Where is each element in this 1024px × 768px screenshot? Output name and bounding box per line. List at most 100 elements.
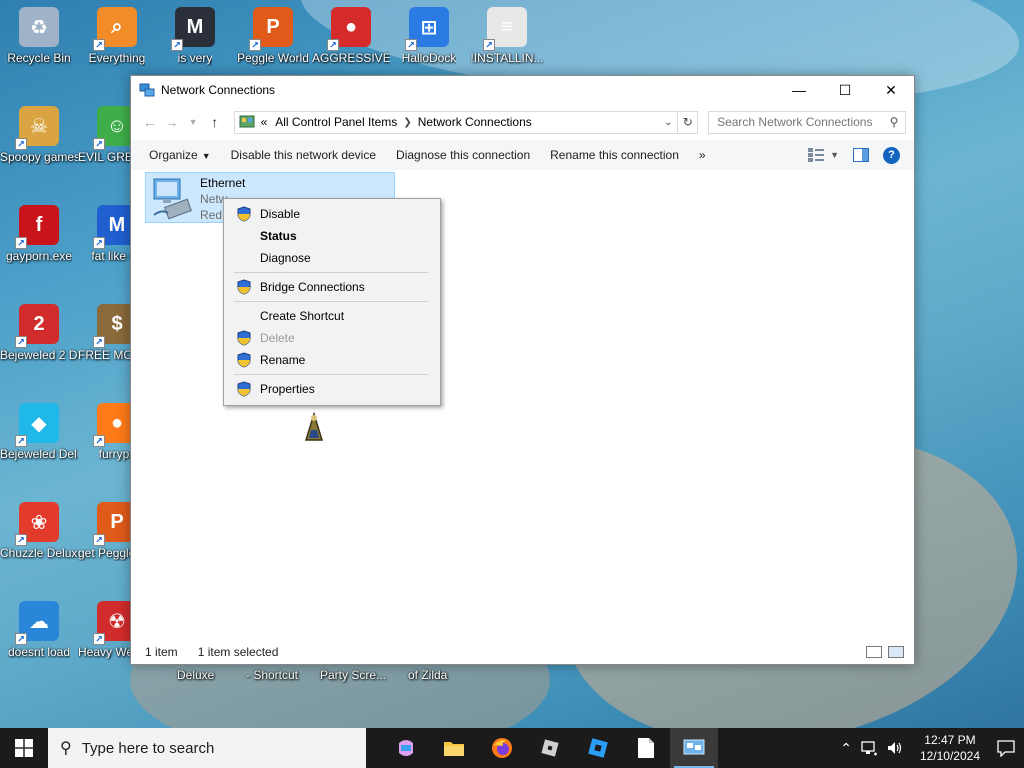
search-box[interactable]: ⚲ <box>708 110 906 134</box>
menu-item-status[interactable]: Status <box>226 225 438 247</box>
desktop-app-icon: f ↗ <box>15 205 59 249</box>
search-icon[interactable]: ⚲ <box>883 115 905 129</box>
item-count: 1 item <box>145 645 178 659</box>
clock-date: 12/10/2024 <box>919 749 980 763</box>
shortcut-arrow-icon: ↗ <box>93 336 105 348</box>
desktop-icon[interactable]: ☠ ↗ Spoopy games <box>0 106 78 165</box>
desktop-icon[interactable]: P ↗ Peggle World <box>234 7 312 66</box>
desktop-icon-label[interactable]: Party Scre... <box>320 668 386 682</box>
taskbar-apps <box>382 728 718 768</box>
menu-item-disable[interactable]: Disable <box>226 203 438 225</box>
shortcut-arrow-icon: ↗ <box>93 138 105 150</box>
desktop-icon-label[interactable]: - Shortcut <box>246 668 298 682</box>
menu-item-create-shortcut[interactable]: Create Shortcut <box>226 305 438 327</box>
menu-item-delete: Delete <box>226 327 438 349</box>
roblox-studio-icon[interactable] <box>574 728 622 768</box>
breadcrumb-overflow[interactable]: « <box>261 115 268 129</box>
desktop-app-icon: ❀ ↗ <box>15 502 59 546</box>
desktop-icon[interactable]: M ↗ is very <box>156 7 234 66</box>
desktop-app-icon: ≡ ↗ <box>483 7 527 51</box>
preview-pane-icon[interactable] <box>853 148 869 162</box>
breadcrumb-control-panel[interactable]: All Control Panel Items <box>275 115 397 129</box>
diagnose-connection-button[interactable]: Diagnose this connection <box>386 148 540 162</box>
desktop-icon-label: doesnt load <box>7 645 71 659</box>
desktop-icon-label: !INSTALLIN... <box>470 51 544 65</box>
network-connections-icon <box>139 83 155 97</box>
rename-connection-button[interactable]: Rename this connection <box>540 148 689 162</box>
volume-icon[interactable] <box>886 740 904 756</box>
shortcut-arrow-icon: ↗ <box>93 633 105 645</box>
desktop-app-icon: ♻ <box>19 7 59 47</box>
desktop-app-icon: ⊞ ↗ <box>405 7 449 51</box>
start-button[interactable] <box>0 728 48 768</box>
breadcrumb-network-connections[interactable]: Network Connections <box>418 115 532 129</box>
minimize-button[interactable]: — <box>776 76 822 104</box>
organize-menu[interactable]: Organize ▼ <box>139 148 221 162</box>
maximize-button[interactable]: ☐ <box>822 76 868 104</box>
copilot-icon[interactable] <box>382 728 430 768</box>
shortcut-arrow-icon: ↗ <box>15 435 27 447</box>
desktop-icon[interactable]: ⊞ ↗ HalloDock <box>390 7 468 66</box>
view-options-icon <box>808 148 825 162</box>
notifications-icon[interactable] <box>996 739 1016 757</box>
desktop-icon-label: Everything <box>88 51 146 65</box>
desktop-icon[interactable]: ⌕ ↗ Everything <box>78 7 156 66</box>
network-connections-icon[interactable] <box>670 728 718 768</box>
shortcut-arrow-icon: ↗ <box>171 39 183 51</box>
show-hidden-icons-icon[interactable]: ⌃ <box>840 740 852 757</box>
large-icons-view-icon[interactable] <box>888 646 904 658</box>
shortcut-arrow-icon: ↗ <box>15 633 27 645</box>
address-row: ← → ▼ ↑ « All Control Panel Items ❯ Netw… <box>131 104 914 140</box>
desktop-icon[interactable]: ≡ ↗ !INSTALLIN... <box>468 7 546 66</box>
back-arrow-icon[interactable]: ← <box>139 114 161 130</box>
connection-name: Ethernet <box>200 176 246 190</box>
desktop-icon[interactable]: ● ↗ AGGRESSIVE <box>312 7 390 66</box>
menu-item-diagnose[interactable]: Diagnose <box>226 247 438 269</box>
desktop-app-icon: M ↗ <box>171 7 215 51</box>
search-input[interactable] <box>717 115 883 129</box>
menu-item-rename[interactable]: Rename <box>226 349 438 371</box>
close-button[interactable]: ✕ <box>868 76 914 104</box>
details-view-icon[interactable] <box>866 646 882 658</box>
shortcut-arrow-icon: ↗ <box>93 534 105 546</box>
up-arrow-icon[interactable]: ↑ <box>204 114 226 130</box>
desktop-icon-label: gayporn.exe <box>5 249 73 263</box>
menu-item-label: Diagnose <box>260 251 311 265</box>
menu-item-label: Properties <box>260 382 315 396</box>
roblox-icon[interactable] <box>526 728 574 768</box>
refresh-icon[interactable]: ↻ <box>678 110 699 134</box>
breadcrumb-separator-icon[interactable]: ❯ <box>403 117 411 128</box>
desktop-icon[interactable]: ◆↗Bejeweled Deluxe <box>0 403 78 462</box>
desktop-icon[interactable]: ☁ ↗ doesnt load <box>0 601 78 660</box>
title-bar[interactable]: Network Connections — ☐ ✕ <box>131 76 914 104</box>
address-dropdown-icon[interactable]: ⌄ <box>659 117 677 128</box>
uac-shield-icon <box>237 206 251 222</box>
uac-shield-icon <box>237 279 251 295</box>
menu-item-bridge-connections[interactable]: Bridge Connections <box>226 276 438 298</box>
menu-item-label: Delete <box>260 331 295 345</box>
clock[interactable]: 12:47 PM 12/10/2024 <box>920 732 980 764</box>
network-status-icon[interactable] <box>860 740 878 756</box>
control-panel-icon <box>239 115 255 128</box>
notepad-icon[interactable] <box>622 728 670 768</box>
menu-item-properties[interactable]: Properties <box>226 378 438 400</box>
file-explorer-icon[interactable] <box>430 728 478 768</box>
desktop-icon[interactable]: f ↗ gayporn.exe <box>0 205 78 264</box>
command-bar: Organize ▼ Disable this network device Di… <box>131 140 914 170</box>
more-commands-button[interactable]: » <box>689 148 716 162</box>
desktop-icon-label[interactable]: of Zilda <box>408 668 447 682</box>
help-icon[interactable]: ? <box>883 146 900 164</box>
desktop-icon[interactable]: 2↗Bejeweled 2 Deluxe <box>0 304 78 363</box>
shortcut-arrow-icon: ↗ <box>15 534 27 546</box>
desktop-icon-label[interactable]: Deluxe <box>177 668 214 682</box>
forward-arrow-icon[interactable]: → <box>161 114 183 130</box>
desktop-icon[interactable]: ♻ Recycle Bin <box>0 7 78 66</box>
change-view-icon[interactable]: ▼ <box>808 148 839 162</box>
menu-item-label: Rename <box>260 353 306 367</box>
firefox-icon[interactable] <box>478 728 526 768</box>
desktop-icon[interactable]: ❀ ↗ Chuzzle Deluxe <box>0 502 78 561</box>
address-bar[interactable]: « All Control Panel Items ❯ Network Conn… <box>233 110 679 134</box>
taskbar-search-box[interactable]: ⚲ Type here to search <box>48 728 366 768</box>
disable-device-button[interactable]: Disable this network device <box>221 148 386 162</box>
recent-locations-icon[interactable]: ▼ <box>182 117 204 127</box>
